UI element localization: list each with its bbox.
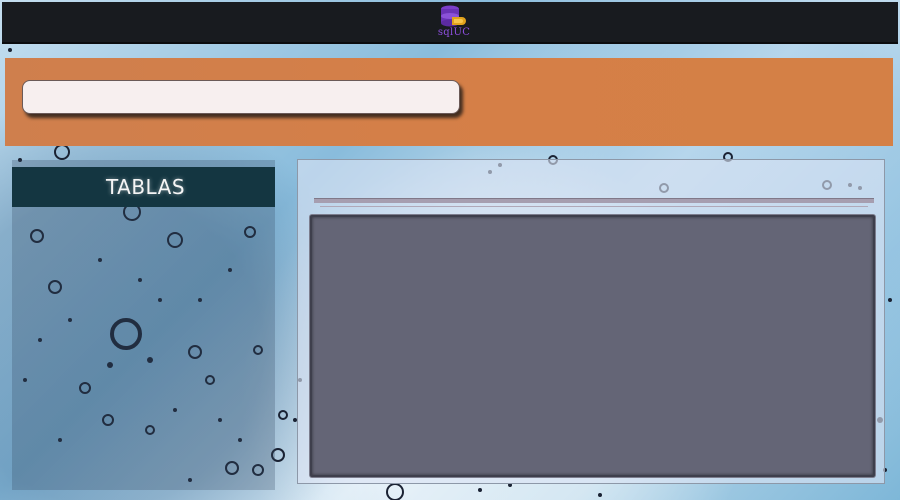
search-input[interactable] xyxy=(22,80,460,114)
divider-secondary xyxy=(320,206,868,207)
divider xyxy=(314,198,874,203)
sidebar-title: TABLAS xyxy=(105,175,186,199)
results-area[interactable] xyxy=(310,215,875,477)
tables-sidebar xyxy=(12,160,275,490)
sidebar-header: TABLAS xyxy=(12,167,275,207)
app-logo-text: sqlUC xyxy=(437,27,471,38)
